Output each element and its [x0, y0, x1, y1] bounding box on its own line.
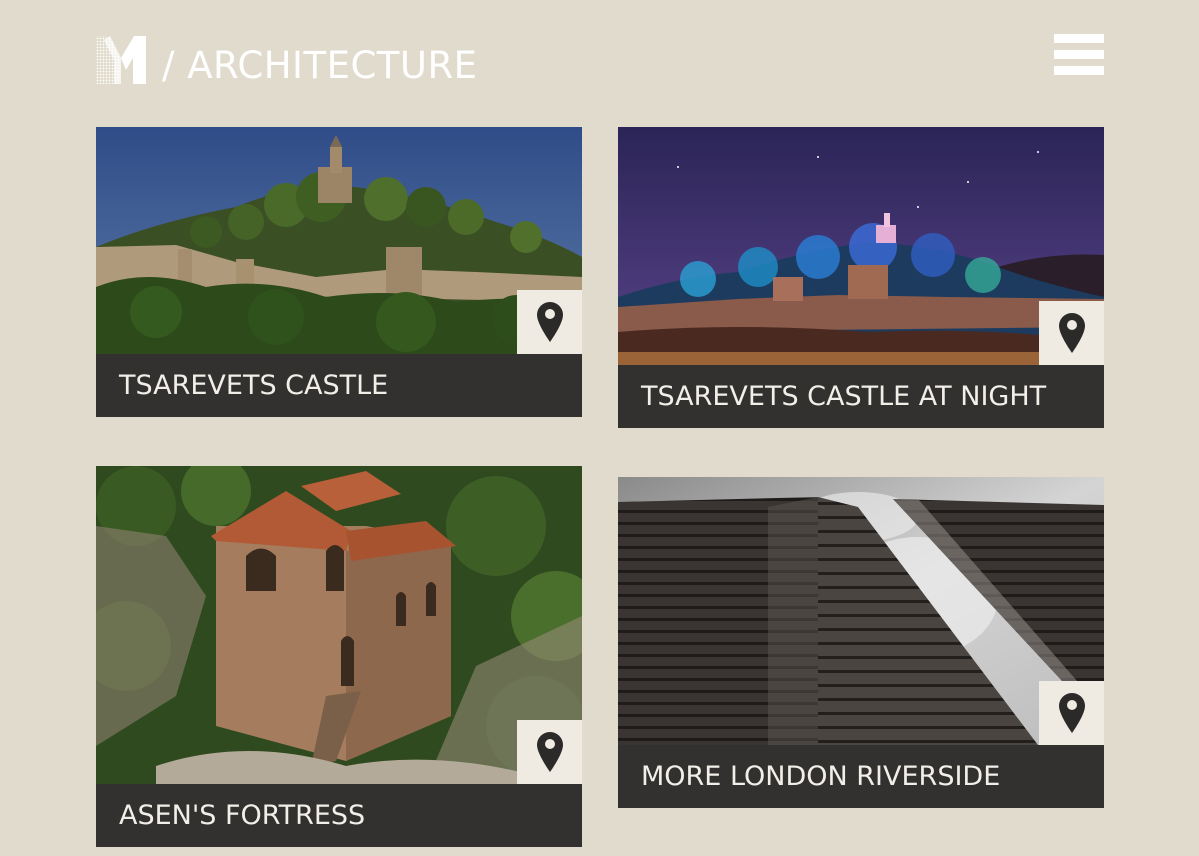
card-title: ASEN'S FORTRESS: [96, 784, 582, 847]
card-title: TSAREVETS CASTLE: [96, 354, 582, 417]
castle-on-hill-day-photo: [96, 127, 582, 354]
map-pin-button[interactable]: [1039, 301, 1104, 365]
card-photo: [96, 466, 582, 784]
gallery-card[interactable]: TSAREVETS CASTLE: [96, 127, 582, 417]
map-pin-icon: [1058, 313, 1085, 353]
map-pin-icon: [536, 732, 563, 772]
hamburger-menu-icon: [1054, 34, 1104, 43]
card-photo: [618, 127, 1104, 365]
card-photo: [618, 477, 1104, 745]
castle-illuminated-night-photo: [618, 127, 1104, 365]
gallery-card[interactable]: MORE LONDON RIVERSIDE: [618, 477, 1104, 808]
map-pin-button[interactable]: [517, 290, 582, 354]
menu-button[interactable]: [1054, 34, 1104, 75]
card-photo: [96, 127, 582, 354]
page-title: / ARCHITECTURE: [162, 44, 478, 87]
map-pin-button[interactable]: [1039, 681, 1104, 745]
card-title: TSAREVETS CASTLE AT NIGHT: [618, 365, 1104, 428]
stone-church-fortress-photo: [96, 466, 582, 784]
map-pin-icon: [1058, 693, 1085, 733]
gallery-card[interactable]: TSAREVETS CASTLE AT NIGHT: [618, 127, 1104, 428]
gallery-card[interactable]: ASEN'S FORTRESS: [96, 466, 582, 847]
m-logo-icon: [96, 36, 146, 84]
map-pin-icon: [536, 302, 563, 342]
glass-office-buildings-photo: [618, 477, 1104, 745]
site-logo[interactable]: [96, 34, 146, 84]
map-pin-button[interactable]: [517, 720, 582, 784]
site-header: / ARCHITECTURE: [96, 34, 1104, 87]
card-title: MORE LONDON RIVERSIDE: [618, 745, 1104, 808]
